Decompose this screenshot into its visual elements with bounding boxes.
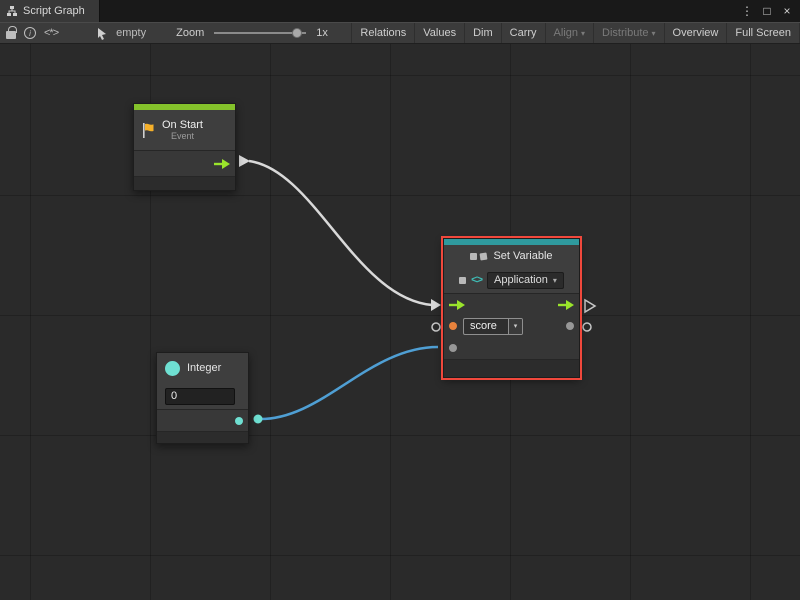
node-footer [444,359,579,377]
values-button[interactable]: Values [414,23,464,43]
node-title: Set Variable [493,250,552,262]
integer-header: Integer [157,353,248,383]
flow-output-port[interactable] [214,159,230,169]
integer-value-field[interactable]: 0 [165,388,235,405]
flow-output-connector[interactable] [239,155,250,167]
fullscreen-button[interactable]: Full Screen [726,23,800,43]
cursor-icon [96,27,108,40]
info-icon[interactable]: i [24,27,36,39]
value-input-port[interactable] [449,344,457,352]
selection-label: empty [116,27,146,39]
variables-icon [470,253,477,260]
graph-toolbar: i <*> empty Zoom 1x Relations Values Dim… [0,22,800,44]
maximize-icon[interactable]: □ [758,4,776,18]
flow-input-port[interactable] [449,300,465,310]
node-footer [157,431,248,443]
name-ports-row: score ▾ [444,315,579,337]
node-footer [134,176,235,190]
code-icon[interactable]: <*> [44,27,58,39]
zoom-value: 1x [316,27,328,39]
zoom-group: Zoom 1x [170,23,334,43]
integer-output-row [157,409,248,431]
close-icon[interactable]: × [778,4,796,18]
dim-button[interactable]: Dim [464,23,501,43]
caret-down-icon: ▾ [652,29,656,38]
set-variable-header: Set Variable [444,245,579,267]
script-graph-window: Script Graph ⋮ □ × i <*> empty Zoom 1x [0,0,800,600]
set-variable-kind-row: <> Application ▾ [444,267,579,293]
flow-output-port[interactable] [558,300,574,310]
integer-field-row: 0 [157,383,248,409]
flow-ports-row [444,293,579,315]
overview-button[interactable]: Overview [664,23,727,43]
window-controls: ⋮ □ × [738,0,800,22]
tab-bar: Script Graph ⋮ □ × [0,0,800,22]
graph-icon [6,5,18,17]
node-on-start[interactable]: On Start Event [133,103,236,191]
carry-button[interactable]: Carry [501,23,545,43]
node-title: On Start [162,119,203,131]
toolbar-buttons: Relations Values Dim Carry Align ▾ Distr… [351,23,800,43]
caret-down-icon: ▾ [581,29,585,38]
node-set-variable[interactable]: Set Variable <> Application ▾ [443,238,580,378]
variable-kind-dropdown[interactable]: Application ▾ [487,272,564,289]
wire-value-integer-setvariable[interactable] [258,347,438,419]
value-output-port-open[interactable] [583,323,591,331]
tab-script-graph[interactable]: Script Graph [0,0,100,22]
distribute-button: Distribute ▾ [593,23,663,43]
variable-name-value: score [464,319,508,334]
code-brackets-icon: <> [471,274,482,286]
zoom-label: Zoom [176,27,204,39]
relations-button[interactable]: Relations [351,23,414,43]
name-input-port[interactable] [449,322,457,330]
on-start-output-row [134,150,235,176]
integer-type-icon [165,361,180,376]
zoom-slider[interactable] [214,28,306,38]
align-button: Align ▾ [545,23,593,43]
integer-output-port[interactable] [235,417,243,425]
node-title: Integer [187,362,221,374]
variable-name-dropdown[interactable]: score ▾ [463,318,523,335]
graph-canvas[interactable]: On Start Event Set Variable <> Appli [0,44,800,600]
value-ports-row [444,337,579,359]
caret-down-icon: ▾ [553,276,557,285]
on-start-header: On Start Event [134,110,235,150]
wire-flow-onstart-setvariable[interactable] [249,161,432,305]
node-integer[interactable]: Integer 0 [156,352,249,444]
wires-layer [0,44,800,600]
selection-group: empty [90,23,152,43]
node-subtitle: Event [162,131,203,141]
caret-down-icon[interactable]: ▾ [508,319,522,334]
value-output-port[interactable] [566,322,574,330]
toolbar-left-icons: i <*> [0,23,64,43]
value-input-port-open[interactable] [432,323,440,331]
tab-title: Script Graph [23,5,85,17]
zoom-slider-knob[interactable] [292,28,302,38]
flow-arrowhead [431,299,441,311]
flow-output-port-open[interactable] [585,300,595,312]
scope-icon [459,277,466,284]
flag-icon [140,122,156,139]
lock-icon[interactable] [6,31,16,39]
variables-icon [480,252,488,260]
menu-icon[interactable]: ⋮ [738,4,756,18]
